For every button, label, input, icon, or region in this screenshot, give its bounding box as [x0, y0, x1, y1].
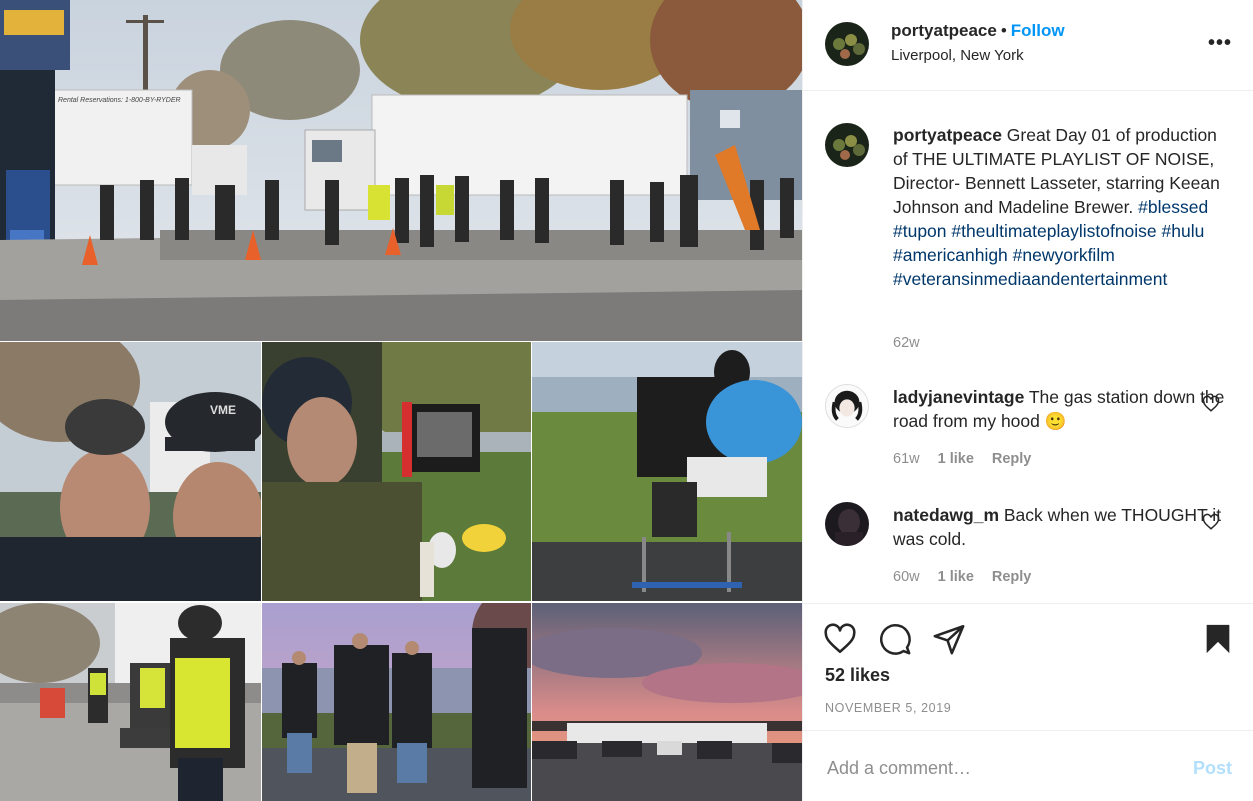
hashtag-link[interactable]: #newyorkfilm [1013, 245, 1115, 265]
share-icon[interactable] [932, 622, 966, 656]
caption-text: portyatpeace Great Day 01 of production … [893, 123, 1233, 291]
follow-button[interactable]: Follow [1011, 21, 1065, 40]
hashtag-link[interactable]: #blessed [1138, 197, 1208, 217]
hat-logo-text: VME [210, 403, 236, 417]
bookmark-icon[interactable] [1201, 622, 1235, 656]
hashtag-link[interactable]: #theultimateplaylistofnoise [951, 221, 1156, 241]
photo-crew-vests-truck [0, 603, 261, 801]
author-username[interactable]: portyatpeace [891, 21, 997, 40]
photo-crew-dusk-lake [262, 603, 531, 801]
post-location[interactable]: Liverpool, New York [891, 47, 1024, 64]
hashtag-link[interactable]: #hulu [1162, 221, 1205, 241]
post-date[interactable]: NOVEMBER 5, 2019 [825, 701, 951, 715]
comment-text: natedawg_m Back when we THOUGHT it was c… [893, 503, 1233, 551]
photo-film-crew-gas-station: Rental Reservations: 1-800-BY-RYDER [0, 0, 802, 341]
post-comment-button[interactable]: Post [1193, 758, 1232, 779]
comment-username[interactable]: ladyjanevintage [893, 387, 1024, 407]
comment-likes[interactable]: 1 like [938, 451, 974, 467]
comment-age[interactable]: 61w [893, 451, 920, 467]
more-options-icon[interactable]: ••• [1208, 32, 1232, 55]
like-comment-heart-icon[interactable] [1202, 513, 1220, 531]
post-details-panel: portyatpeace • Follow Liverpool, New York … [802, 0, 1253, 801]
caption-age[interactable]: 62w [893, 335, 920, 351]
like-comment-heart-icon[interactable] [1202, 395, 1220, 413]
comment-icon[interactable] [878, 622, 912, 656]
hashtag-link[interactable]: #tupon [893, 221, 947, 241]
photo-selfie-two-men: VME [0, 342, 261, 601]
reply-button[interactable]: Reply [992, 451, 1032, 467]
author-avatar[interactable] [825, 22, 869, 66]
caption-avatar[interactable] [825, 123, 869, 167]
photo-camera-operator-lake [532, 342, 802, 601]
commenter-avatar[interactable] [825, 384, 869, 428]
comment-input[interactable] [825, 753, 1169, 783]
add-comment-bar: Post [803, 730, 1253, 801]
comment-meta: 61w 1 like Reply [893, 451, 1049, 467]
comment-likes[interactable]: 1 like [938, 569, 974, 585]
post-header: portyatpeace • Follow Liverpool, New York … [803, 0, 1253, 91]
caption-meta: 62w [893, 335, 938, 351]
caption-username[interactable]: portyatpeace [893, 125, 1002, 145]
truck-sign-text: Rental Reservations: 1-800-BY-RYDER [58, 97, 181, 104]
post-media-collage[interactable]: Rental Reservations: 1-800-BY-RYDER VME [0, 0, 802, 801]
comment-age[interactable]: 60w [893, 569, 920, 585]
separator-dot: • [1000, 21, 1007, 40]
comment-text: ladyjanevintage The gas station down the… [893, 385, 1233, 433]
comment-meta: 60w 1 like Reply [893, 569, 1049, 585]
photo-sunset-parking-lot [532, 603, 802, 801]
photo-crew-monitor-lake [262, 342, 531, 601]
heart-icon[interactable] [823, 622, 857, 656]
comment-username[interactable]: natedawg_m [893, 505, 999, 525]
comments-list[interactable]: portyatpeace Great Day 01 of production … [803, 91, 1253, 603]
likes-count[interactable]: 52 likes [825, 665, 890, 686]
reply-button[interactable]: Reply [992, 569, 1032, 585]
hashtag-link[interactable]: #veteransinmediaandentertainment [893, 269, 1167, 289]
hashtag-link[interactable]: #americanhigh [893, 245, 1008, 265]
commenter-avatar[interactable] [825, 502, 869, 546]
